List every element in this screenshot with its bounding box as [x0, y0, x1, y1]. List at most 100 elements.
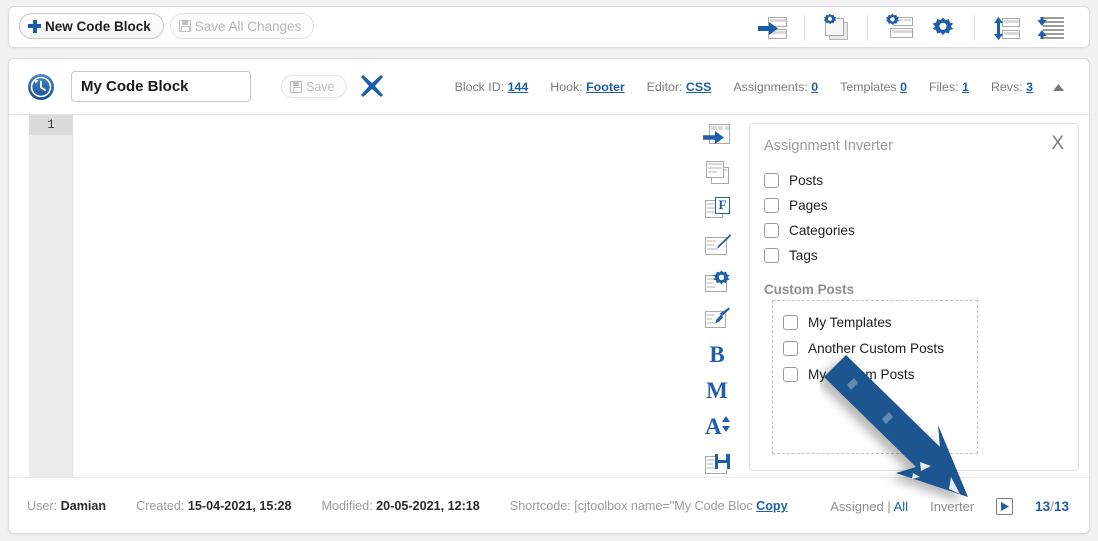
all-filter-link[interactable]: All	[894, 499, 908, 514]
code-input-surface[interactable]	[73, 115, 697, 477]
meta-assignments-value[interactable]: 0	[811, 80, 818, 94]
filter-separator: |	[887, 498, 891, 514]
plus-icon	[28, 19, 41, 33]
meta-editor-value[interactable]: CSS	[686, 80, 711, 94]
custom-post-label: My Custom Posts	[808, 366, 915, 382]
meta-revs-value[interactable]: 3	[1026, 80, 1033, 94]
meta-files-value[interactable]: 1	[962, 80, 969, 94]
assigned-filter: Assigned | All	[830, 499, 908, 514]
save-block-button[interactable]: Save	[281, 75, 347, 98]
main-toolbar: New Code Block Save All Changes	[8, 6, 1090, 48]
duplicate-block-icon[interactable]	[702, 159, 732, 185]
meta-templates: Templates 0	[840, 80, 907, 94]
new-code-block-label: New Code Block	[45, 18, 151, 34]
checkbox-posts[interactable]	[764, 173, 779, 188]
inverter-close-button[interactable]: X	[1051, 134, 1064, 153]
play-next-icon[interactable]	[996, 497, 1014, 515]
line-number-gutter: 1	[29, 115, 73, 477]
custom-post-label: Another Custom Posts	[808, 340, 944, 356]
inverter-option-pages[interactable]: Pages	[764, 193, 855, 218]
toolbar-right-group	[742, 7, 1081, 49]
assignment-inverter-panel: Assignment Inverter X Posts Pages Catego…	[749, 123, 1079, 471]
checkbox-categories[interactable]	[764, 223, 779, 238]
block-list-icon[interactable]	[758, 14, 788, 42]
bold-b-icon[interactable]: B	[702, 341, 732, 367]
checkbox-another-custom-posts[interactable]	[783, 340, 798, 356]
inverter-option-label: Posts	[789, 173, 823, 188]
meta-templates-value[interactable]: 0	[900, 80, 907, 94]
save-all-changes-button[interactable]: Save All Changes	[169, 13, 315, 39]
collapse-rows-icon[interactable]	[1035, 14, 1065, 42]
new-code-block-button[interactable]: New Code Block	[19, 13, 164, 39]
code-block-header: Save Block ID: 144 Hook: Footer Editor: …	[9, 59, 1089, 115]
code-block-title-input[interactable]	[71, 71, 251, 102]
settings-table-icon[interactable]	[884, 13, 914, 42]
function-block-icon[interactable]: F	[702, 196, 732, 222]
inverter-option-list: Posts Pages Categories Tags	[764, 168, 855, 268]
resize-height-icon[interactable]	[991, 14, 1021, 42]
font-size-icon[interactable]: A	[702, 414, 732, 440]
meta-hook-value[interactable]: Footer	[586, 80, 625, 94]
meta-block-id: Block ID: 144	[454, 80, 529, 94]
line-number: 1	[29, 115, 73, 135]
checkbox-my-custom-posts[interactable]	[783, 366, 798, 382]
page-current: 13	[1035, 498, 1051, 514]
footer-created: Created: 15-04-2021, 15:28	[136, 499, 292, 513]
block-meta-bar: Block ID: 144 Hook: Footer Editor: CSS A…	[455, 59, 1033, 115]
floppy-disk-icon	[178, 20, 191, 32]
custom-post-my-templates[interactable]: My Templates	[783, 309, 977, 335]
page-total: 13	[1053, 498, 1069, 514]
custom-post-label: My Templates	[808, 314, 892, 330]
paintbrush-block-icon[interactable]	[702, 305, 732, 331]
footer-modified: Modified: 20-05-2021, 12:18	[321, 499, 480, 513]
inverter-title: Assignment Inverter	[764, 138, 893, 154]
custom-posts-box: My Templates Another Custom Posts My Cus…	[772, 300, 978, 454]
code-block-panel: Save Block ID: 144 Hook: Footer Editor: …	[8, 58, 1090, 534]
custom-post-my-custom-posts[interactable]: My Custom Posts	[783, 361, 977, 387]
code-block-body: 1 F B M A Assignment Inverter X Posts Pa…	[9, 115, 1089, 477]
page-counter: 13/13	[1035, 499, 1069, 514]
footer-created-value: 15-04-2021, 15:28	[187, 499, 292, 513]
footer-modified-value: 20-05-2021, 12:18	[376, 499, 480, 513]
code-editor: 1	[9, 115, 697, 477]
settings-block-icon[interactable]	[702, 269, 732, 295]
chevron-up-icon[interactable]	[1047, 59, 1069, 115]
inverter-label[interactable]: Inverter	[930, 499, 974, 514]
inverter-option-label: Pages	[789, 198, 828, 213]
toolbar-group-blocks	[742, 14, 804, 42]
editor-tool-rail: F B M A	[697, 119, 737, 477]
footer-user: User: Damian	[27, 499, 107, 513]
toolbar-group-layout	[975, 14, 1081, 42]
assigned-label[interactable]: Assigned	[830, 499, 883, 514]
settings-gear-icon[interactable]	[928, 14, 958, 42]
floppy-disk-icon	[290, 80, 302, 93]
save-block-icon[interactable]	[702, 451, 732, 477]
meta-editor: Editor: CSS	[646, 80, 712, 94]
markup-m-icon[interactable]: M	[702, 378, 732, 404]
toolbar-group-pages	[805, 13, 867, 42]
checkbox-tags[interactable]	[764, 248, 779, 263]
edit-block-icon[interactable]	[702, 232, 732, 258]
inverter-option-tags[interactable]: Tags	[764, 243, 855, 268]
inverter-option-posts[interactable]: Posts	[764, 168, 855, 193]
custom-post-another-custom-posts[interactable]: Another Custom Posts	[783, 335, 977, 361]
meta-assignments: Assignments: 0	[733, 80, 819, 94]
copy-shortcode-button[interactable]: Copy	[756, 499, 787, 513]
toolbar-left-group: New Code Block Save All Changes	[19, 13, 315, 39]
close-x-icon[interactable]	[359, 73, 385, 99]
pages-gear-icon[interactable]	[821, 13, 851, 42]
meta-revs: Revs: 3	[990, 80, 1033, 94]
footer-pager: Assigned | All Inverter 13/13	[830, 478, 1069, 533]
save-block-label: Save	[306, 79, 335, 94]
footer-shortcode-value: [cjtoolbox name="My Code Bloc	[574, 499, 753, 513]
checkbox-pages[interactable]	[764, 198, 779, 213]
custom-posts-title: Custom Posts	[764, 282, 855, 297]
export-block-icon[interactable]	[702, 123, 732, 149]
meta-block-id-value[interactable]: 144	[508, 80, 529, 94]
footer-user-value: Damian	[60, 499, 107, 513]
checkbox-my-templates[interactable]	[783, 314, 798, 330]
meta-hook: Hook: Footer	[550, 80, 625, 94]
inverter-option-categories[interactable]: Categories	[764, 218, 855, 243]
toolbar-group-settings	[868, 13, 974, 42]
code-block-footer: User: Damian Created: 15-04-2021, 15:28 …	[9, 477, 1089, 533]
